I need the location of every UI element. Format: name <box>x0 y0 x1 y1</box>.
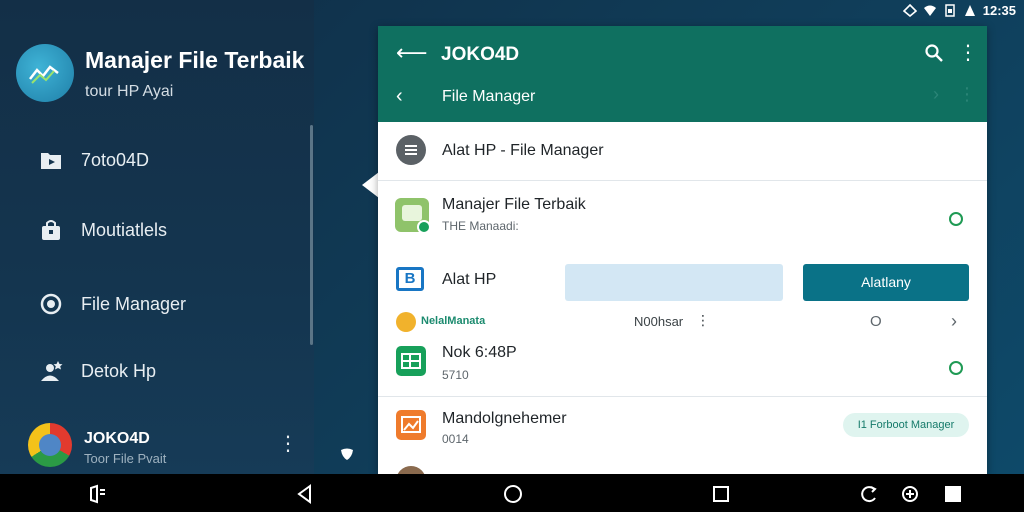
list-item-title: Nok 6:48P <box>442 344 517 361</box>
secondary-button[interactable] <box>565 264 783 301</box>
app-window: ⟵ JOKO4D ⋮ ‹ File Manager › ⋮ Alat HP - … <box>378 26 987 474</box>
status-time-right: 12:35 <box>982 3 1016 18</box>
primary-button[interactable]: Alatlany <box>803 264 969 301</box>
wifi-icon <box>923 5 936 16</box>
drawer-scrollbar[interactable] <box>310 125 313 345</box>
more-vert-icon[interactable]: ⋮ <box>696 312 710 329</box>
chevron-right-icon[interactable]: › <box>951 311 957 332</box>
list-item-title: Alat HP <box>442 271 497 288</box>
info-right: O <box>870 313 882 330</box>
back-icon[interactable] <box>295 484 315 504</box>
battery-icon <box>964 5 975 16</box>
status-icons: 12:35 <box>902 3 1016 18</box>
account-subtitle: Toor File Pvait <box>84 451 167 466</box>
list-item[interactable]: Manajer File Terbaik THE Manaadi: <box>378 184 987 254</box>
file-app-icon <box>395 198 431 234</box>
navigation-drawer: Manajer File Terbaik tour HP Ayai 7oto04… <box>0 0 314 474</box>
more-vert-icon[interactable]: ⋮ <box>958 40 978 65</box>
menu-icon[interactable] <box>396 135 426 165</box>
bag-icon <box>39 218 63 242</box>
drawer-title: Manajer File Terbaik <box>85 47 305 73</box>
search-icon[interactable] <box>924 43 944 63</box>
stop-icon[interactable] <box>943 484 963 504</box>
drawer-item-label: File Manager <box>81 293 187 314</box>
drawer-item-detok-hp[interactable]: Detok Hp <box>0 351 300 391</box>
drawer-item-label: Moutiatlels <box>81 219 168 240</box>
avatar <box>28 423 72 467</box>
chevron-right-icon[interactable]: › <box>933 84 939 105</box>
accessibility-icon[interactable] <box>900 484 920 504</box>
chart-line-icon <box>29 65 59 84</box>
system-navigation-bar <box>0 474 1024 512</box>
more-vert-icon[interactable]: ⋮ <box>958 84 976 105</box>
image-app-icon <box>396 410 426 440</box>
subbar-title: File Manager <box>442 88 536 105</box>
drawer-item-moutiatlels[interactable]: Moutiatlels <box>0 210 300 250</box>
overview-icon[interactable] <box>711 484 731 504</box>
list-item-subtitle: 0014 <box>442 432 469 446</box>
list-item-title: Mandolgnehemer <box>442 410 567 427</box>
section-header: Alat HP - File Manager <box>378 122 987 180</box>
divider <box>378 180 987 181</box>
drawer-footer-account[interactable]: JOKO4D Toor File Pvait ⋮ <box>0 418 314 474</box>
drawer-item-file-manager[interactable]: File Manager <box>0 284 300 324</box>
info-row: NelalManata N00hsar ⋮ O › <box>378 310 987 334</box>
more-vert-icon[interactable]: ⋮ <box>278 432 298 458</box>
divider <box>378 396 987 397</box>
info-left: NelalManata <box>421 315 486 327</box>
drawer-item-label: Detok Hp <box>81 360 157 381</box>
emoji-icon <box>396 312 416 332</box>
table-app-icon <box>396 346 426 376</box>
toolbar-title: JOKO4D <box>441 44 520 65</box>
rotate-icon[interactable] <box>859 484 879 504</box>
nfc-icon <box>902 4 917 17</box>
person-star-icon <box>39 359 63 383</box>
app-toolbar: ⟵ JOKO4D ⋮ ‹ File Manager › ⋮ <box>378 26 987 122</box>
b-app-icon: B <box>396 267 424 291</box>
home-icon[interactable] <box>503 484 523 504</box>
shield-icon <box>339 447 355 463</box>
drawer-item-jotoad[interactable]: 7oto04D <box>0 140 300 180</box>
status-ring-icon <box>949 361 963 375</box>
list-item[interactable]: Nok 6:48P 5710 <box>378 338 987 408</box>
recents-icon[interactable] <box>88 484 108 504</box>
avatar <box>396 466 426 474</box>
drawer-item-label: 7oto04D <box>81 149 150 170</box>
app-logo <box>16 44 74 102</box>
section-header-title: Alat HP - File Manager <box>442 142 604 159</box>
drawer-subtitle: tour HP Ayai <box>85 83 174 100</box>
play-folder-icon <box>39 148 63 172</box>
account-name: JOKO4D <box>84 430 150 447</box>
popup-pointer <box>362 172 379 198</box>
chevron-left-icon[interactable]: ‹ <box>396 85 403 108</box>
sim-icon <box>945 4 955 17</box>
list-item-title: Manajer File Terbaik <box>442 196 586 213</box>
status-chip[interactable]: I1 Forboot Manager <box>843 413 969 437</box>
back-arrow-icon[interactable]: ⟵ <box>396 40 428 66</box>
target-icon <box>39 292 63 316</box>
status-ring-icon <box>949 212 963 226</box>
list-item-subtitle: THE Manaadi: <box>442 219 519 233</box>
info-middle: N00hsar <box>634 314 684 329</box>
list-item-subtitle: 5710 <box>442 368 469 382</box>
